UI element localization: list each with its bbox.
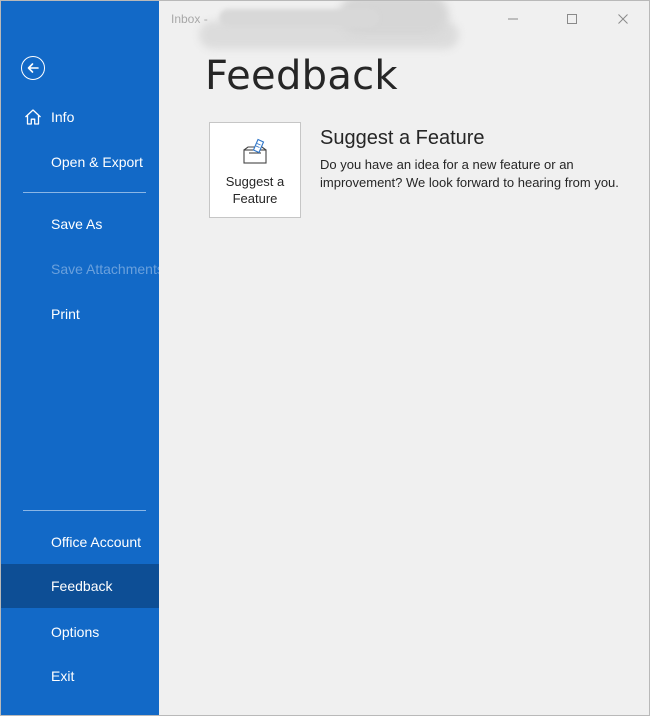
sidebar-item-print[interactable]: Print — [1, 292, 159, 336]
back-button[interactable] — [21, 56, 45, 80]
title-bar[interactable]: Inbox - — [159, 1, 649, 49]
sidebar-item-save-attachments: Save Attachments — [1, 247, 159, 291]
sidebar-item-label: Print — [51, 306, 80, 322]
suggest-feature-button[interactable]: Suggest a Feature — [209, 122, 301, 218]
minimize-button[interactable] — [499, 7, 527, 31]
sidebar-divider — [23, 192, 146, 193]
sidebar-item-options[interactable]: Options — [1, 610, 159, 654]
outlook-backstage-window: Info Open & Export Save As Save Attachme… — [0, 0, 650, 716]
sidebar-item-label: Office Account — [51, 534, 142, 550]
window-title: Inbox - — [171, 12, 208, 26]
sidebar-item-label: Exit — [51, 668, 75, 684]
feature-heading: Suggest a Feature — [320, 127, 485, 149]
backstage-sidebar: Info Open & Export Save As Save Attachme… — [1, 1, 159, 715]
sidebar-item-label: Feedback — [51, 578, 113, 594]
suggestion-box-icon — [243, 138, 267, 164]
sidebar-item-info[interactable]: Info — [1, 95, 159, 139]
sidebar-item-label: Options — [51, 624, 100, 640]
sidebar-item-save-as[interactable]: Save As — [1, 202, 159, 246]
sidebar-divider — [23, 510, 146, 511]
suggest-feature-label: Suggest a Feature — [225, 174, 285, 206]
redacted-account-name — [219, 9, 379, 27]
sidebar-item-office-account[interactable]: Office Account — [1, 520, 159, 564]
maximize-button[interactable] — [558, 7, 586, 31]
sidebar-item-label: Save Attachments — [51, 261, 159, 277]
sidebar-item-exit[interactable]: Exit — [1, 654, 159, 698]
sidebar-item-feedback[interactable]: Feedback — [1, 564, 159, 608]
sidebar-item-label: Open & Export — [51, 154, 143, 170]
home-icon — [25, 109, 41, 125]
sidebar-item-label: Save As — [51, 216, 103, 232]
sidebar-item-label: Info — [51, 109, 75, 125]
sidebar-item-open-export[interactable]: Open & Export — [1, 140, 159, 184]
feature-description: Do you have an idea for a new feature or… — [320, 157, 619, 190]
back-arrow-icon — [27, 63, 39, 73]
minimize-icon — [508, 18, 518, 20]
close-button[interactable] — [609, 7, 637, 31]
page-title: Feedback — [205, 53, 398, 99]
close-icon — [618, 14, 628, 24]
maximize-icon — [567, 14, 577, 24]
